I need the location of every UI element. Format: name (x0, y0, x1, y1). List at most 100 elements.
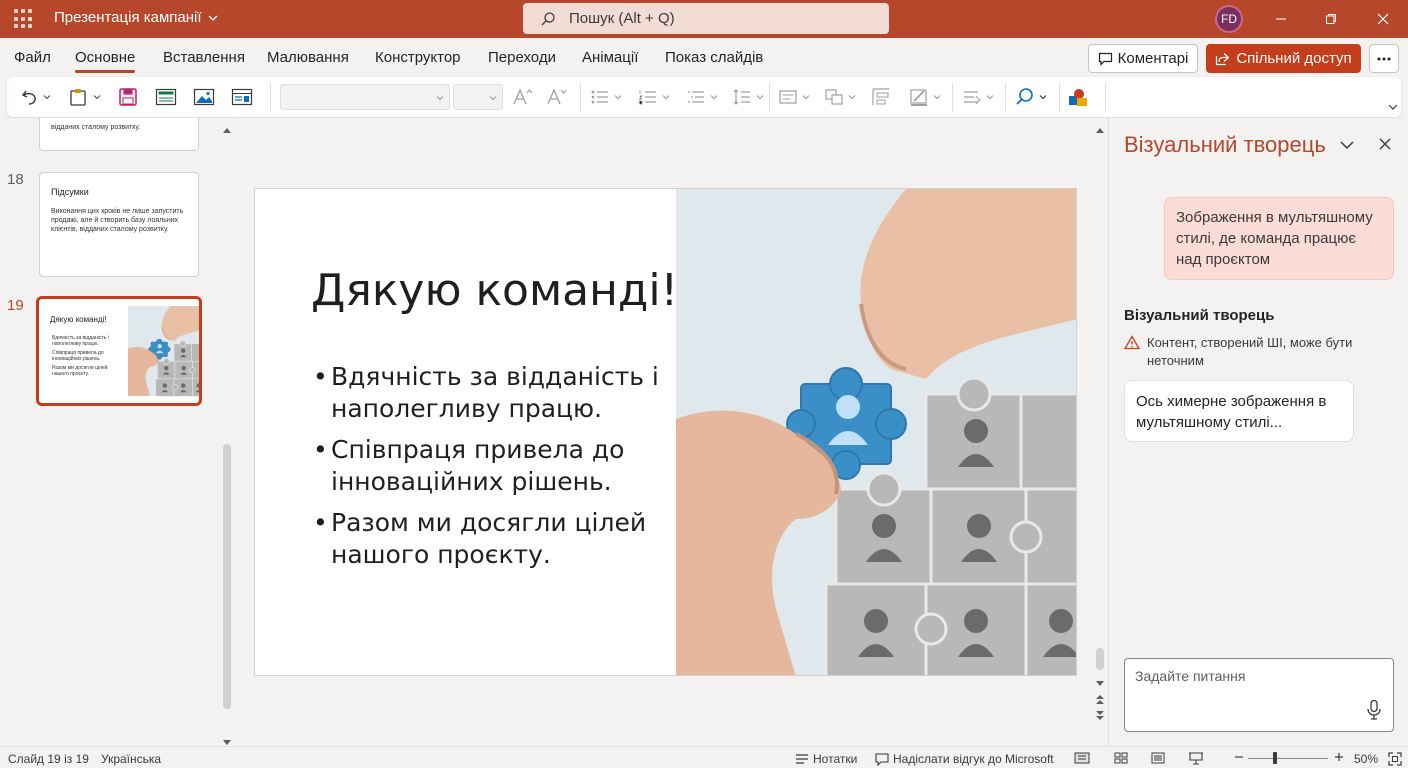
notes-label: Нотатки (813, 752, 858, 766)
chevron-down-icon (1388, 104, 1398, 110)
tab-insert[interactable]: Вставлення (163, 49, 245, 66)
numbering-button[interactable] (638, 85, 670, 109)
font-family-select[interactable] (280, 84, 450, 110)
pane-close-button[interactable] (1378, 137, 1392, 156)
restore-button[interactable] (1320, 8, 1342, 30)
align-objects-button[interactable] (871, 85, 891, 109)
language-indicator[interactable]: Українська (101, 752, 161, 766)
slide-counter: Слайд 19 із 19 (8, 752, 89, 766)
tab-draw[interactable]: Малювання (267, 49, 349, 66)
thumbnail-body: Вдячність за відданість і наполегливу пр… (52, 335, 124, 377)
multilevel-icon (688, 91, 704, 103)
thumbnail-bullet: Співпраця привела до інноваційних рішень… (52, 350, 104, 362)
chevron-down-icon (436, 96, 444, 101)
thumbnail-bullet: Вдячність за відданість і наполегливу пр… (52, 335, 109, 347)
slide-thumbnail-18[interactable]: Підсумки Виконання цих кроків не лише за… (39, 172, 199, 277)
slide-title[interactable]: Дякую команді! (311, 265, 678, 316)
design-ideas-button[interactable] (231, 85, 253, 109)
find-button[interactable] (1015, 85, 1047, 109)
tab-home[interactable]: Основне (75, 49, 136, 73)
fit-to-window-button[interactable] (1388, 752, 1402, 766)
slide-number: 19 (7, 297, 24, 314)
thumb-scroll-down[interactable] (222, 734, 232, 745)
designer-button[interactable] (1067, 85, 1089, 109)
slide-canvas[interactable]: Дякую команді! Вдячність за відданість і… (254, 188, 1077, 676)
next-slide-button[interactable] (1094, 709, 1106, 727)
increase-font-button[interactable] (512, 85, 534, 109)
designer-icon (1069, 89, 1087, 106)
layout-button[interactable] (155, 85, 177, 109)
zoom-slider-thumb[interactable] (1273, 752, 1277, 764)
microphone-button[interactable] (1366, 699, 1382, 726)
slide-sorter-button[interactable] (1114, 752, 1128, 764)
more-options-button[interactable] (1369, 44, 1399, 73)
tab-transitions[interactable]: Переходи (488, 49, 556, 66)
ribbon-expand-button[interactable] (1388, 95, 1398, 119)
zoom-in-button[interactable] (1334, 752, 1344, 762)
shapes-icon (779, 90, 797, 104)
zoom-slider[interactable] (1248, 758, 1328, 759)
thumb-scroll-up[interactable] (222, 121, 232, 139)
stage-scrollbar[interactable] (1096, 648, 1104, 670)
outline-button[interactable] (909, 85, 941, 109)
slide-thumbnail-17[interactable]: відданих сталому розвитку. (39, 118, 199, 151)
previous-slide-button[interactable] (1094, 692, 1106, 710)
search-box[interactable] (523, 3, 889, 34)
microphone-icon (1367, 699, 1381, 720)
decrease-font-button[interactable] (546, 85, 568, 109)
save-button[interactable] (118, 85, 138, 109)
paste-button[interactable] (69, 85, 101, 109)
bullets-button[interactable] (590, 85, 622, 109)
search-icon (541, 11, 555, 25)
pane-collapse-button[interactable] (1339, 138, 1355, 156)
tab-slideshow[interactable]: Показ слайдів (665, 49, 763, 66)
tab-design[interactable]: Конструктор (375, 49, 461, 66)
avatar[interactable]: FD (1215, 5, 1243, 33)
normal-view-button[interactable] (1074, 752, 1090, 764)
minimize-button[interactable] (1270, 8, 1292, 30)
slideshow-button[interactable] (1188, 752, 1204, 765)
close-icon (1379, 138, 1391, 150)
app-launcher-icon[interactable] (14, 9, 34, 29)
close-button[interactable] (1372, 8, 1394, 30)
bullet-item[interactable]: Вдячність за відданість і наполегливу пр… (313, 361, 663, 425)
bullet-item[interactable]: Співпраця привела до інноваційних рішень… (313, 434, 663, 498)
slide-puzzle-image[interactable] (676, 189, 1077, 676)
arrange-button[interactable] (824, 85, 856, 109)
tab-file[interactable]: Файл (14, 49, 51, 66)
ask-input[interactable] (1135, 668, 1355, 718)
zoom-level[interactable]: 50% (1354, 752, 1378, 766)
comments-button[interactable]: Коментарі (1088, 44, 1198, 73)
scroll-up-icon (223, 128, 231, 133)
response-card[interactable]: Ось химерне зображення в мультяшному сти… (1124, 380, 1354, 442)
multilevel-list-button[interactable] (686, 85, 718, 109)
font-size-select[interactable] (453, 84, 503, 110)
picture-button[interactable] (193, 85, 215, 109)
line-spacing-button[interactable] (732, 85, 764, 109)
ask-box[interactable] (1124, 658, 1394, 732)
thumbnail-body: Виконання цих кроків не лише запустить п… (51, 208, 184, 233)
share-button[interactable]: Спільний доступ (1206, 44, 1361, 73)
notes-button[interactable]: Нотатки (795, 752, 857, 766)
thumbnail-body: відданих сталому розвитку. (51, 124, 141, 131)
zoom-out-button[interactable] (1234, 752, 1244, 762)
slide-bullet-list[interactable]: Вдячність за відданість і наполегливу пр… (313, 361, 663, 580)
shape-format-button[interactable] (778, 85, 810, 109)
feedback-button[interactable]: Надіслати відгук до Microsoft (875, 752, 1054, 766)
tab-animations[interactable]: Анімації (582, 49, 638, 66)
document-title[interactable]: Презентація кампанії (54, 9, 218, 26)
bullet-item[interactable]: Разом ми досягли цілей нашого проєкту. (313, 507, 663, 571)
reading-view-button[interactable] (1151, 752, 1165, 764)
chevron-down-icon (93, 95, 101, 100)
slide-thumbnail-19[interactable]: Дякую команді! Вдячність за відданість і… (36, 296, 202, 406)
double-down-icon (1096, 711, 1104, 720)
chevron-down-icon (1039, 95, 1047, 100)
undo-button[interactable] (21, 85, 51, 109)
text-align-button[interactable] (962, 85, 994, 109)
stage-scroll-up[interactable] (1095, 121, 1105, 139)
slide-thumbnails-pane[interactable]: відданих сталому розвитку. 18 Підсумки В… (0, 118, 238, 745)
stage-scroll-down[interactable] (1095, 675, 1105, 693)
outline-icon (910, 89, 927, 106)
thumb-scrollbar[interactable] (223, 444, 231, 709)
search-input[interactable] (569, 10, 869, 27)
